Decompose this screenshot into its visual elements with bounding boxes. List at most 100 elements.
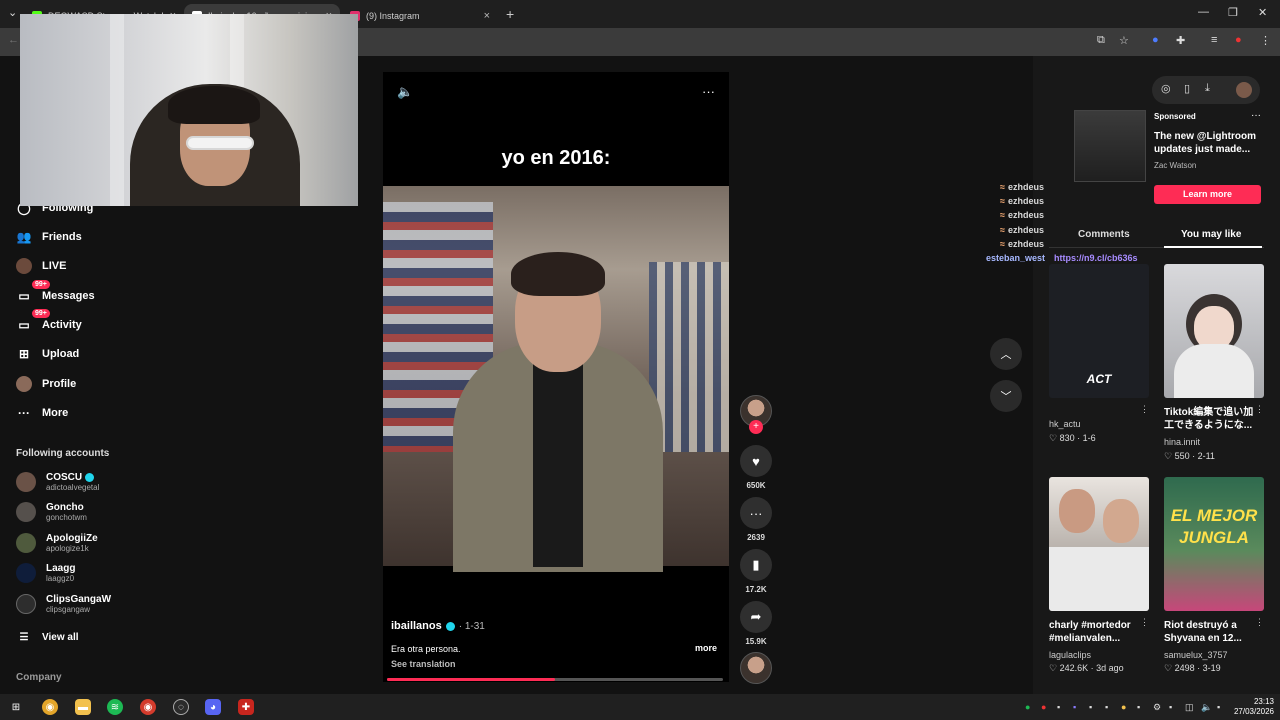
verified-icon [85,473,95,482]
volume-icon[interactable]: 🔈 [397,84,413,100]
tray-icon[interactable]: ▪ [1089,702,1092,712]
like-action[interactable]: ♥ 650K [740,445,772,490]
user-avatar[interactable] [1236,82,1252,98]
ad-more-icon[interactable]: ··· [1251,110,1261,121]
minimize-icon[interactable]: — [1198,6,1209,18]
ad-title[interactable]: The new @Lightroom updates just made... [1154,130,1264,156]
video-card-thumbnail[interactable] [1049,477,1149,611]
taskbar-clock[interactable]: 23:13 27/03/2026 [1232,697,1274,717]
more-options-icon[interactable]: ··· [702,84,715,99]
phone-icon[interactable]: ▯ [1184,82,1190,95]
profile-avatar-icon[interactable]: ● [1235,34,1242,46]
tab-search-icon[interactable]: ⌄ [8,6,17,19]
learn-more-button[interactable]: Learn more [1154,185,1261,204]
comment-icon[interactable]: ··· [740,497,772,529]
comment-action[interactable]: ··· 2639 [740,497,772,542]
list-icon: ☰ [19,631,29,643]
chrome-icon[interactable]: ◉ [42,699,58,715]
nav-more[interactable]: ··· More [16,405,68,421]
video-progress-bar[interactable] [387,678,723,681]
card-author[interactable]: samuelux_3757 [1164,650,1228,660]
nav-friends[interactable]: 👥 Friends [16,229,82,245]
chrome-active-icon[interactable]: ◉ [140,699,156,715]
video-player[interactable]: 🔈 ··· yo en 2016: ibaillanos · 1-31 Era … [383,72,729,682]
obs-icon[interactable]: ◌ [173,699,189,715]
new-tab-button[interactable]: + [506,6,514,22]
video-card-thumbnail[interactable] [1164,264,1264,398]
windows-start-icon[interactable]: ⊞ [8,699,24,715]
following-account[interactable]: ApologiiZe apologize1k [16,533,98,553]
following-account[interactable]: COSCU adictoalvegetal [16,472,99,492]
card-author[interactable]: lagulaclips [1049,650,1091,660]
file-explorer-icon[interactable]: ▬ [75,699,91,715]
video-author[interactable]: ibaillanos · 1-31 [391,620,485,632]
heart-icon[interactable]: ♥ [740,445,772,477]
tray-icon[interactable]: ● [1041,702,1046,712]
close-window-icon[interactable]: ✕ [1258,6,1267,19]
nav-profile[interactable]: Profile [16,376,76,392]
music-avatar[interactable] [740,652,772,684]
tray-icon[interactable]: ▪ [1137,702,1140,712]
reading-list-icon[interactable]: ≡ [1211,34,1217,46]
tab-comments[interactable]: Comments [1078,229,1130,240]
nav-live[interactable]: LIVE [16,258,66,274]
more-button[interactable]: more [695,643,717,653]
card-more-icon[interactable]: ⋮ [1140,617,1149,628]
explore-icon[interactable]: ◎ [1161,82,1171,95]
video-card-thumbnail[interactable]: ACT [1049,264,1149,398]
tray-icon[interactable]: ● [1121,702,1126,712]
install-app-icon[interactable]: ⧉ [1097,34,1105,47]
chat-link[interactable]: https://n9.cl/cb636s [1054,253,1138,263]
restore-icon[interactable]: ❐ [1228,6,1238,19]
next-video-button[interactable]: ﹀ [990,380,1022,412]
extension-icon[interactable]: ● [1152,34,1159,46]
see-translation-link[interactable]: See translation [391,659,456,669]
tray-icon[interactable]: ⚙ [1153,702,1161,713]
spotify-icon[interactable]: ≋ [107,699,123,715]
card-title[interactable]: Riot destruyó a Shyvana en 12... [1164,619,1260,645]
app-icon[interactable]: ✚ [238,699,254,715]
follow-plus-icon[interactable]: + [749,420,763,434]
company-link[interactable]: Company [16,672,62,683]
video-card-thumbnail[interactable]: EL MEJOR JUNGLA [1164,477,1264,611]
card-more-icon[interactable]: ⋮ [1140,404,1149,415]
card-author[interactable]: hina.innit [1164,437,1200,447]
bookmark-icon[interactable]: ▮ [740,549,772,581]
nav-upload[interactable]: ⊞ Upload [16,346,79,362]
card-title[interactable]: Tiktok編集で追い加工できるようにな... [1164,406,1260,432]
network-icon[interactable]: ◫ [1185,702,1194,713]
tray-icon[interactable]: ▪ [1217,702,1220,712]
bookmark-star-icon[interactable]: ☆ [1119,34,1129,47]
card-author[interactable]: hk_actu [1049,419,1081,429]
close-tab-icon[interactable]: × [484,10,490,22]
person-face [1103,499,1139,543]
card-more-icon[interactable]: ⋮ [1255,404,1264,415]
video-description: Era otra persona. [391,644,461,654]
back-icon[interactable]: ← [8,34,19,46]
discord-icon[interactable]: ◕ [205,699,221,715]
chrome-menu-icon[interactable]: ⋮ [1260,34,1271,47]
nav-activity[interactable]: ▭ 99+ Activity [16,309,82,333]
share-action[interactable]: ➦ 15.9K [740,601,772,646]
tab-you-may-like[interactable]: You may like [1181,229,1241,240]
download-icon[interactable]: ⤓ [1205,82,1210,95]
tray-icon[interactable]: ▪ [1073,702,1076,712]
volume-tray-icon[interactable]: 🔈 [1201,702,1212,713]
following-account[interactable]: Goncho gonchotwm [16,502,87,522]
browser-tab[interactable]: (9) Instagram × [342,4,498,28]
card-title[interactable]: charly #mortedor #melianvalen... [1049,619,1145,645]
following-account[interactable]: Laagg laaggz0 [16,563,75,583]
extensions-puzzle-icon[interactable]: ✚ [1176,34,1185,47]
view-all-link[interactable]: ☰ View all [16,629,79,645]
tray-icon[interactable]: ▪ [1169,702,1172,712]
ad-thumbnail[interactable] [1074,110,1146,182]
previous-video-button[interactable]: ︿ [990,338,1022,370]
tray-icon[interactable]: ▪ [1057,702,1060,712]
tray-spotify-icon[interactable]: ● [1025,702,1030,712]
tray-icon[interactable]: ▪ [1105,702,1108,712]
card-more-icon[interactable]: ⋮ [1255,617,1264,628]
following-account[interactable]: ClipsGangaW clipsgangaw [16,594,111,614]
share-icon[interactable]: ➦ [740,601,772,633]
save-action[interactable]: ▮ 17.2K [740,549,772,594]
nav-messages[interactable]: ▭ 99+ Messages [16,280,95,304]
